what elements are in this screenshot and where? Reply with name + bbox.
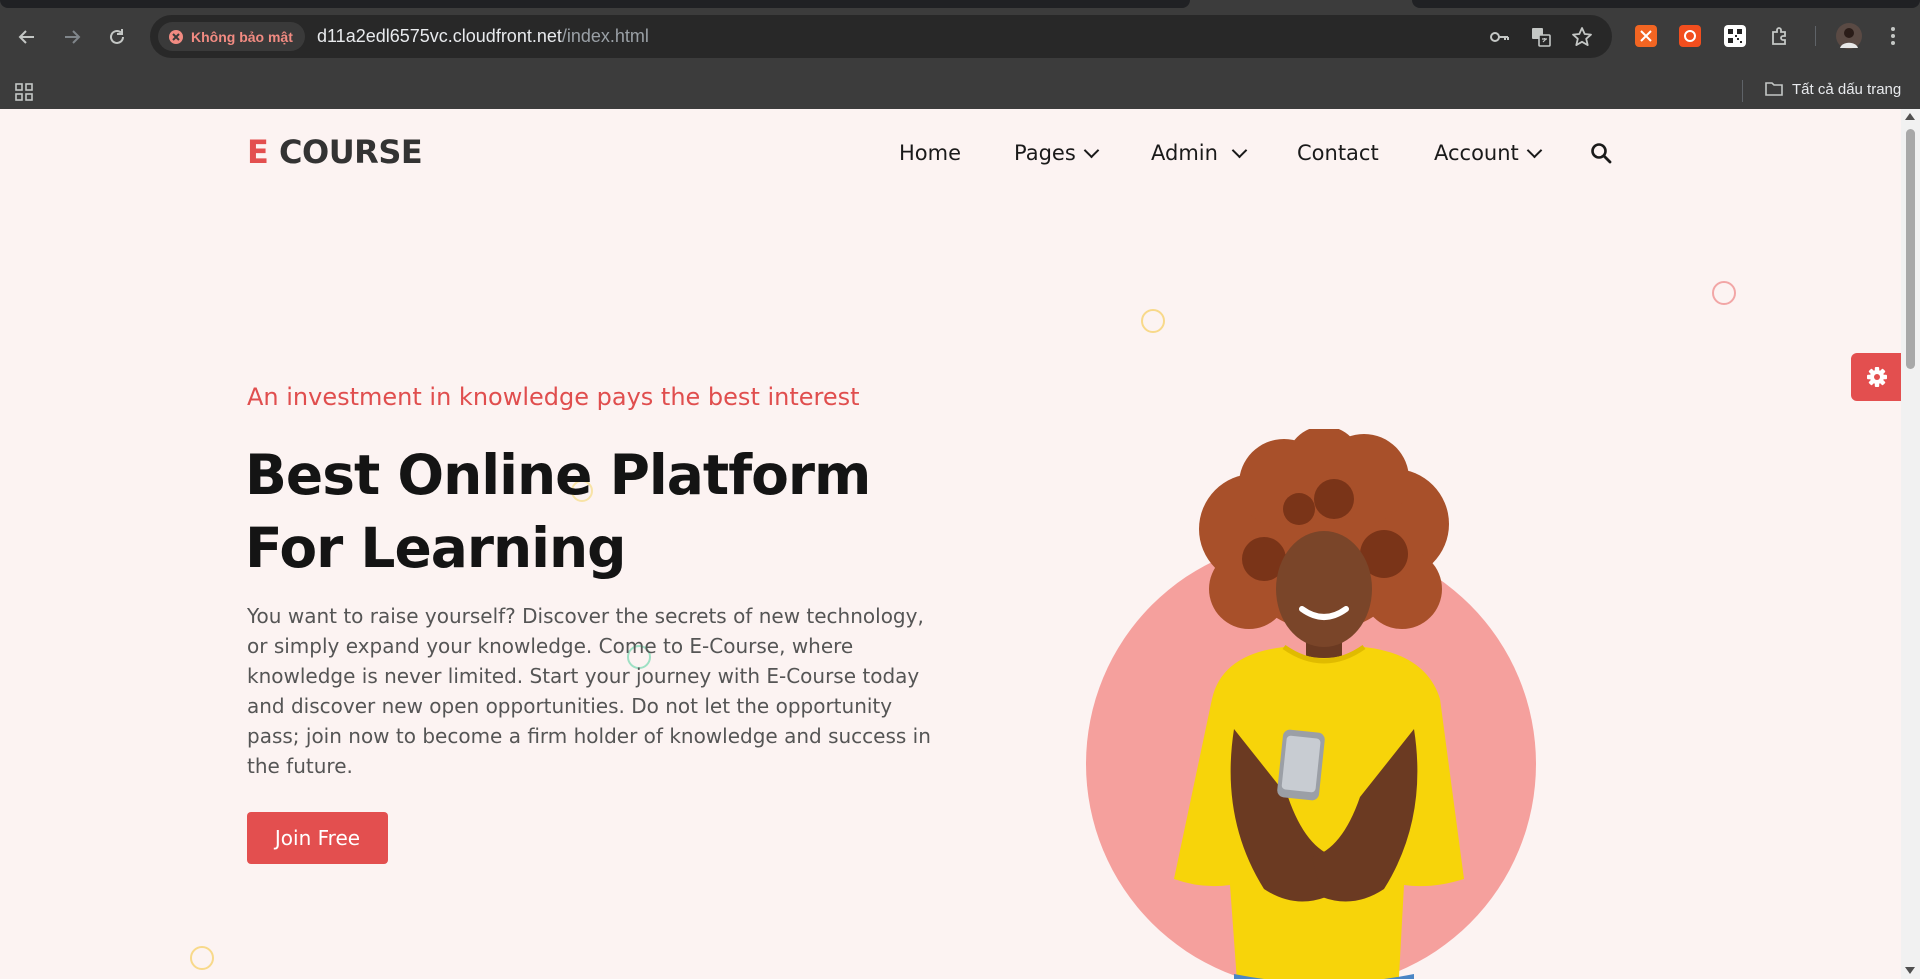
nav-admin[interactable]: Admin bbox=[1151, 141, 1248, 165]
hero-title-line: Best Online Platform bbox=[245, 443, 871, 507]
search-button[interactable] bbox=[1590, 142, 1612, 164]
bookmark-star-icon[interactable] bbox=[1571, 26, 1593, 48]
nav-account-label: Account bbox=[1434, 141, 1519, 165]
settings-button[interactable] bbox=[1851, 353, 1901, 401]
apps-grid-icon[interactable] bbox=[14, 82, 34, 107]
page-scrollbar[interactable] bbox=[1901, 109, 1920, 979]
folder-icon bbox=[1765, 82, 1783, 96]
site-logo[interactable]: E COURSE bbox=[247, 133, 423, 171]
logo-accent: E bbox=[247, 133, 269, 171]
arrow-left-icon bbox=[18, 30, 34, 44]
bookmarks-bar: Tất cả dấu trang bbox=[0, 74, 1920, 109]
nav-pages[interactable]: Pages bbox=[1014, 141, 1100, 165]
logo-text: COURSE bbox=[279, 133, 423, 171]
gear-icon bbox=[1867, 367, 1887, 387]
extension-icon[interactable] bbox=[1679, 25, 1701, 47]
avatar[interactable] bbox=[1836, 23, 1862, 49]
reload-button[interactable] bbox=[102, 22, 132, 52]
browser-toolbar: Không bảo mật d11a2edl6575vc.cloudfront.… bbox=[0, 0, 1920, 74]
nav-contact[interactable]: Contact bbox=[1297, 141, 1379, 165]
puzzle-extensions-icon[interactable] bbox=[1769, 25, 1791, 47]
warning-icon bbox=[169, 29, 183, 44]
url-host: d11a2edl6575vc.cloudfront.net bbox=[317, 26, 562, 46]
decorative-circle bbox=[1712, 281, 1736, 305]
extension-icon[interactable] bbox=[1635, 25, 1657, 47]
hero-title-line: For Learning bbox=[245, 516, 627, 580]
arrow-right-icon bbox=[65, 30, 81, 44]
decorative-circle bbox=[190, 946, 214, 970]
bookmarks-separator bbox=[1742, 80, 1743, 102]
tab-strip-edge bbox=[0, 0, 1190, 8]
security-chip[interactable]: Không bảo mật bbox=[158, 22, 305, 51]
nav-admin-label: Admin bbox=[1151, 141, 1218, 165]
nav-home-label: Home bbox=[899, 141, 962, 165]
toolbar-separator bbox=[1815, 26, 1816, 46]
security-label: Không bảo mật bbox=[191, 28, 293, 45]
back-button[interactable] bbox=[12, 22, 42, 52]
scrollbar-thumb[interactable] bbox=[1906, 129, 1915, 369]
all-bookmarks-label: Tất cả dấu trang bbox=[1792, 80, 1902, 98]
password-key-icon[interactable] bbox=[1488, 26, 1510, 48]
hero-image bbox=[1084, 426, 1538, 979]
tab-strip-edge bbox=[1412, 0, 1920, 8]
chevron-down-icon bbox=[1083, 142, 1100, 158]
page-viewport: E COURSE Home Pages Admin Contact Accoun… bbox=[0, 109, 1901, 979]
url-text[interactable]: d11a2edl6575vc.cloudfront.net/index.html bbox=[317, 26, 649, 47]
url-path: /index.html bbox=[561, 26, 649, 46]
nav-contact-label: Contact bbox=[1297, 141, 1379, 165]
all-bookmarks-button[interactable]: Tất cả dấu trang bbox=[1764, 80, 1901, 98]
hero-description: You want to raise yourself? Discover the… bbox=[247, 604, 931, 778]
nav-account[interactable]: Account bbox=[1434, 141, 1543, 165]
chevron-down-icon bbox=[1231, 142, 1248, 158]
search-icon bbox=[1591, 143, 1612, 164]
address-bar[interactable]: Không bảo mật d11a2edl6575vc.cloudfront.… bbox=[150, 15, 1612, 58]
scroll-up-icon[interactable] bbox=[1905, 113, 1915, 120]
scroll-down-icon[interactable] bbox=[1905, 967, 1915, 974]
forward-button[interactable] bbox=[57, 22, 87, 52]
reload-icon bbox=[110, 29, 124, 44]
nav-home[interactable]: Home bbox=[899, 141, 961, 165]
join-free-button[interactable]: Join Free bbox=[247, 812, 388, 864]
nav-pages-label: Pages bbox=[1014, 141, 1076, 165]
more-menu-icon[interactable] bbox=[1882, 25, 1904, 47]
decorative-circle bbox=[1141, 309, 1165, 333]
qr-code-icon[interactable] bbox=[1724, 25, 1746, 47]
hero-tagline: An investment in knowledge pays the best… bbox=[247, 383, 860, 411]
translate-icon[interactable] bbox=[1530, 26, 1552, 48]
hero-title: Best Online Platform For Learning bbox=[245, 439, 945, 585]
chevron-down-icon bbox=[1526, 142, 1543, 158]
